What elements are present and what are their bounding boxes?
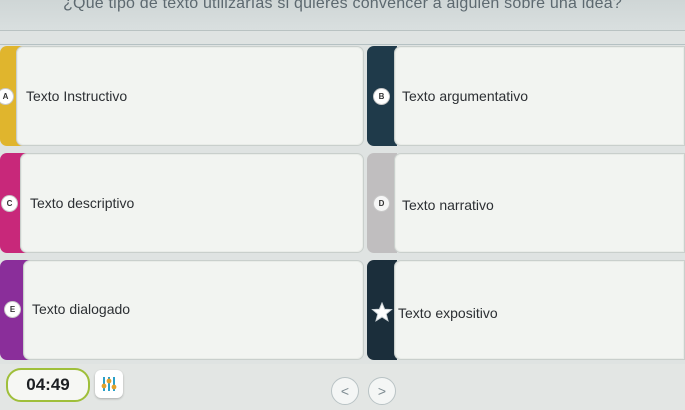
option-f[interactable]: Texto expositivo (367, 260, 685, 360)
option-e[interactable]: E Texto dialogado (0, 260, 364, 360)
option-b-label: Texto argumentativo (402, 88, 529, 104)
chevron-right-icon[interactable]: > (368, 377, 396, 405)
option-e-label: Texto dialogado (32, 301, 131, 317)
option-d[interactable]: D Texto narrativo (367, 153, 685, 253)
question-text: ¿Qué tipo de texto utilizarías si quiere… (63, 0, 622, 12)
option-b-badge: B (374, 89, 389, 104)
option-f-label: Texto expositivo (398, 305, 498, 321)
star-icon (371, 301, 393, 322)
sliders-icon[interactable] (95, 370, 123, 398)
divider (0, 44, 685, 45)
option-c[interactable]: C Texto descriptivo (0, 153, 364, 253)
option-b[interactable]: B Texto argumentativo (367, 46, 685, 146)
option-a[interactable]: A Texto Instructivo (0, 46, 364, 146)
option-a-label: Texto Instructivo (26, 88, 128, 104)
timer: 04:49 (6, 368, 90, 402)
option-d-label: Texto narrativo (402, 197, 494, 213)
option-e-badge: E (5, 302, 20, 317)
option-c-label: Texto descriptivo (30, 195, 135, 211)
question-bar: ¿Qué tipo de texto utilizarías si quiere… (0, 0, 685, 31)
option-d-badge: D (374, 196, 389, 211)
option-c-badge: C (2, 196, 17, 211)
chevron-left-icon[interactable]: < (331, 377, 359, 405)
